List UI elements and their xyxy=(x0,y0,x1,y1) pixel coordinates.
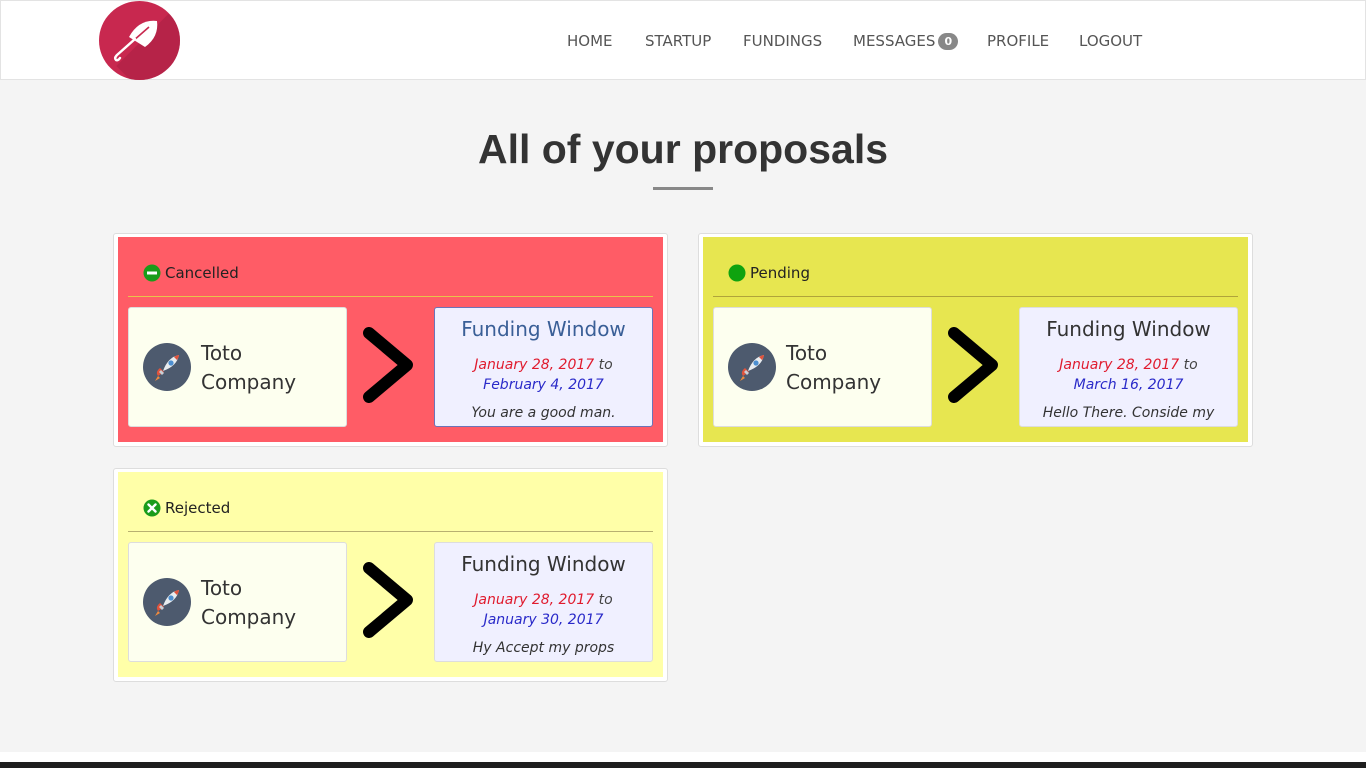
window-end-date: January 30, 2017 xyxy=(483,612,604,628)
proposal-status: Pending xyxy=(728,262,810,284)
status-label: Rejected xyxy=(165,499,231,517)
footer-bar xyxy=(0,752,1366,768)
window-start-date: January 28, 2017 xyxy=(474,357,595,373)
funding-window-title[interactable]: Funding Window xyxy=(1020,317,1237,341)
rocket-icon xyxy=(728,343,776,391)
proposal-message: You are a good man. xyxy=(471,405,616,421)
company-name: Toto Company xyxy=(201,341,297,394)
company-name: Toto Company xyxy=(201,576,297,629)
company-panel[interactable]: Toto Company xyxy=(713,307,932,427)
window-start-date: January 28, 2017 xyxy=(1059,357,1180,373)
date-separator: to xyxy=(1183,357,1198,373)
status-divider xyxy=(128,531,653,532)
proposal-card-body: Rejected Toto Company Funding Window Jan… xyxy=(118,472,663,677)
chevron-right-icon xyxy=(363,562,415,643)
nav-startup[interactable]: STARTUP xyxy=(645,32,711,50)
minus-circle-icon xyxy=(143,264,161,282)
chevron-right-icon xyxy=(363,327,415,408)
proposal-card-body: Cancelled Toto Company Funding Window Ja… xyxy=(118,237,663,442)
circle-icon xyxy=(728,264,746,282)
x-circle-icon xyxy=(143,499,161,517)
page-title: All of your proposals xyxy=(477,126,889,172)
funding-window-panel[interactable]: Funding Window January 28, 2017 to Febru… xyxy=(434,307,653,427)
funding-window-panel[interactable]: Funding Window January 28, 2017 to Janua… xyxy=(434,542,653,662)
company-name: Toto Company xyxy=(786,341,882,394)
chevron-right-icon xyxy=(948,327,1000,408)
proposal-card[interactable]: Rejected Toto Company Funding Window Jan… xyxy=(113,468,668,682)
window-end-date: February 4, 2017 xyxy=(483,377,604,393)
title-divider xyxy=(653,187,713,190)
date-separator: to xyxy=(598,592,613,608)
window-start-date: January 28, 2017 xyxy=(474,592,595,608)
umbrella-icon[interactable] xyxy=(99,1,180,80)
status-label: Pending xyxy=(750,264,810,282)
proposal-message: Hy Accept my props xyxy=(472,640,615,656)
status-divider xyxy=(128,296,653,297)
nav-fundings[interactable]: FUNDINGS xyxy=(743,32,822,50)
proposal-message: Hello There. Conside my xyxy=(1042,405,1215,421)
company-panel[interactable]: Toto Company xyxy=(128,307,347,427)
proposal-card[interactable]: Pending Toto Company Funding Window Janu… xyxy=(698,233,1253,447)
funding-window-dates: January 28, 2017 to February 4, 2017 xyxy=(435,355,652,395)
status-divider xyxy=(713,296,1238,297)
proposal-status: Cancelled xyxy=(143,262,239,284)
company-panel[interactable]: Toto Company xyxy=(128,542,347,662)
nav-messages[interactable]: MESSAGES 0 xyxy=(853,32,959,50)
top-navbar: HOME STARTUP FUNDINGS MESSAGES 0 PROFILE … xyxy=(0,0,1366,80)
window-end-date: March 16, 2017 xyxy=(1073,377,1184,393)
funding-window-title[interactable]: Funding Window xyxy=(435,317,652,341)
funding-window-dates: January 28, 2017 to March 16, 2017 xyxy=(1020,355,1237,395)
proposal-status: Rejected xyxy=(143,497,230,519)
funding-window-panel[interactable]: Funding Window January 28, 2017 to March… xyxy=(1019,307,1238,427)
status-label: Cancelled xyxy=(165,264,239,282)
proposal-card[interactable]: Cancelled Toto Company Funding Window Ja… xyxy=(113,233,668,447)
rocket-icon xyxy=(143,578,191,626)
nav-logout[interactable]: LOGOUT xyxy=(1079,32,1142,50)
date-separator: to xyxy=(598,357,613,373)
rocket-icon xyxy=(143,343,191,391)
proposal-card-body: Pending Toto Company Funding Window Janu… xyxy=(703,237,1248,442)
nav-profile[interactable]: PROFILE xyxy=(987,32,1049,50)
nav-home[interactable]: HOME xyxy=(567,32,613,50)
nav-messages-label: MESSAGES xyxy=(853,32,936,50)
funding-window-title[interactable]: Funding Window xyxy=(435,552,652,576)
messages-count-badge: 0 xyxy=(938,33,959,50)
funding-window-dates: January 28, 2017 to January 30, 2017 xyxy=(435,590,652,630)
